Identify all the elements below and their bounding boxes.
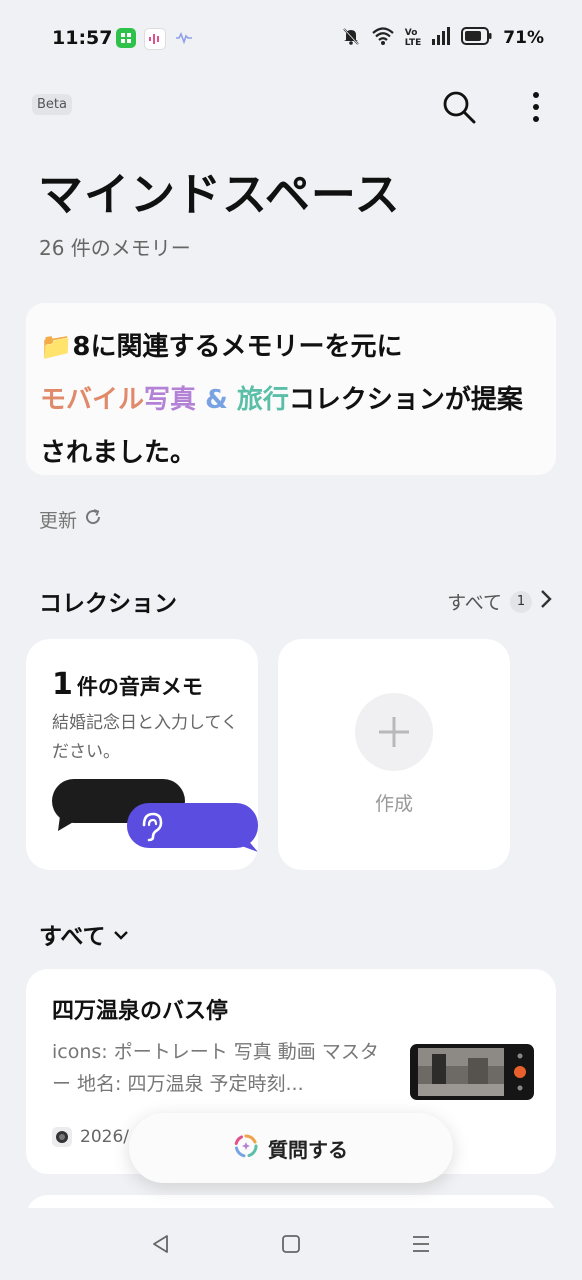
collections-title: コレクション — [39, 591, 177, 617]
volte-icon: Vo LTE — [405, 28, 422, 48]
all-filter-dropdown[interactable]: すべて — [39, 917, 129, 951]
suggestion-highlight-mobile: モバイル — [40, 385, 145, 415]
refresh-button[interactable]: 更新 — [39, 506, 103, 533]
back-icon[interactable] — [141, 1228, 181, 1260]
memory-thumbnail — [410, 1044, 534, 1100]
sparkle-icon — [234, 1134, 258, 1163]
voice-memo-count: 1 — [52, 667, 73, 702]
collection-count-badge: 1 — [510, 590, 532, 613]
create-collection-card[interactable]: 作成 — [278, 639, 510, 870]
memory-description: icons: ポートレート 写真 動画 マスター 地名: 四万温泉 予定時刻..… — [52, 1041, 379, 1095]
suggestion-card[interactable]: 📁8に関連するメモリーを元に モバイル写真 & 旅行コレクションが提案されました。 — [26, 303, 556, 475]
all-filter-label: すべて — [39, 924, 106, 950]
suggestion-prefix: 📁8に関連するメモリーを元に — [40, 332, 403, 362]
app-notification-icon — [116, 28, 136, 48]
chat-bubbles-illustration — [50, 776, 258, 860]
page-title: マインドスペース — [38, 168, 401, 221]
battery-percentage: 71% — [503, 28, 544, 48]
beta-badge: Beta — [32, 94, 72, 115]
status-bar: 11:57 Vo LTE 71% — [0, 0, 582, 80]
more-vertical-icon[interactable] — [522, 88, 550, 126]
chevron-right-icon — [540, 589, 552, 614]
volte-label-top: Vo — [404, 28, 418, 38]
waveform-notification-icon — [174, 28, 194, 48]
collections-see-all[interactable]: すべて 1 — [447, 588, 552, 615]
memory-date: 2026/ — [80, 1127, 129, 1147]
battery-icon — [461, 27, 493, 49]
status-time: 11:57 — [52, 27, 113, 49]
create-circle — [355, 693, 433, 771]
suggestion-highlight-travel: 旅行 — [236, 385, 289, 415]
memory-count: 26 件のメモリー — [39, 236, 191, 260]
see-all-label: すべて — [447, 592, 502, 614]
chevron-down-icon — [113, 921, 129, 947]
signal-icon — [431, 27, 451, 49]
search-icon[interactable] — [440, 88, 478, 126]
system-status-icons: Vo LTE 71% — [341, 26, 544, 50]
mute-bell-icon — [341, 26, 361, 50]
ask-button[interactable]: 質問する — [129, 1113, 453, 1183]
memory-title: 四万温泉のバス停 — [52, 999, 229, 1024]
suggestion-text: 📁8に関連するメモリーを元に モバイル写真 & 旅行コレクションが提案されました。 — [40, 321, 545, 480]
voice-memo-collection-card[interactable]: 1 件の音声メモ 結婚記念日と入力してください。 — [26, 639, 258, 870]
refresh-icon — [83, 507, 103, 532]
volte-label-bottom: LTE — [404, 38, 422, 48]
voice-memo-description: 結婚記念日と入力してください。 — [52, 713, 238, 762]
home-icon[interactable] — [271, 1228, 311, 1260]
wifi-icon — [371, 26, 395, 50]
memory-footer: 2026/ — [52, 1127, 129, 1147]
refresh-label: 更新 — [39, 510, 78, 532]
recents-icon[interactable] — [401, 1228, 441, 1260]
voice-notification-icon — [144, 28, 166, 50]
camera-lens-icon — [52, 1127, 72, 1147]
ask-button-label: 質問する — [268, 1137, 348, 1162]
voice-memo-title: 1 件の音声メモ — [52, 667, 203, 702]
suggestion-highlight-photo: 写真 — [144, 385, 197, 415]
create-label: 作成 — [374, 793, 413, 815]
voice-memo-label: 件の音声メモ — [76, 675, 203, 699]
navigation-bar — [0, 1208, 582, 1280]
notification-icons — [116, 28, 194, 50]
suggestion-amp: & — [196, 385, 237, 415]
plus-icon — [379, 717, 409, 747]
